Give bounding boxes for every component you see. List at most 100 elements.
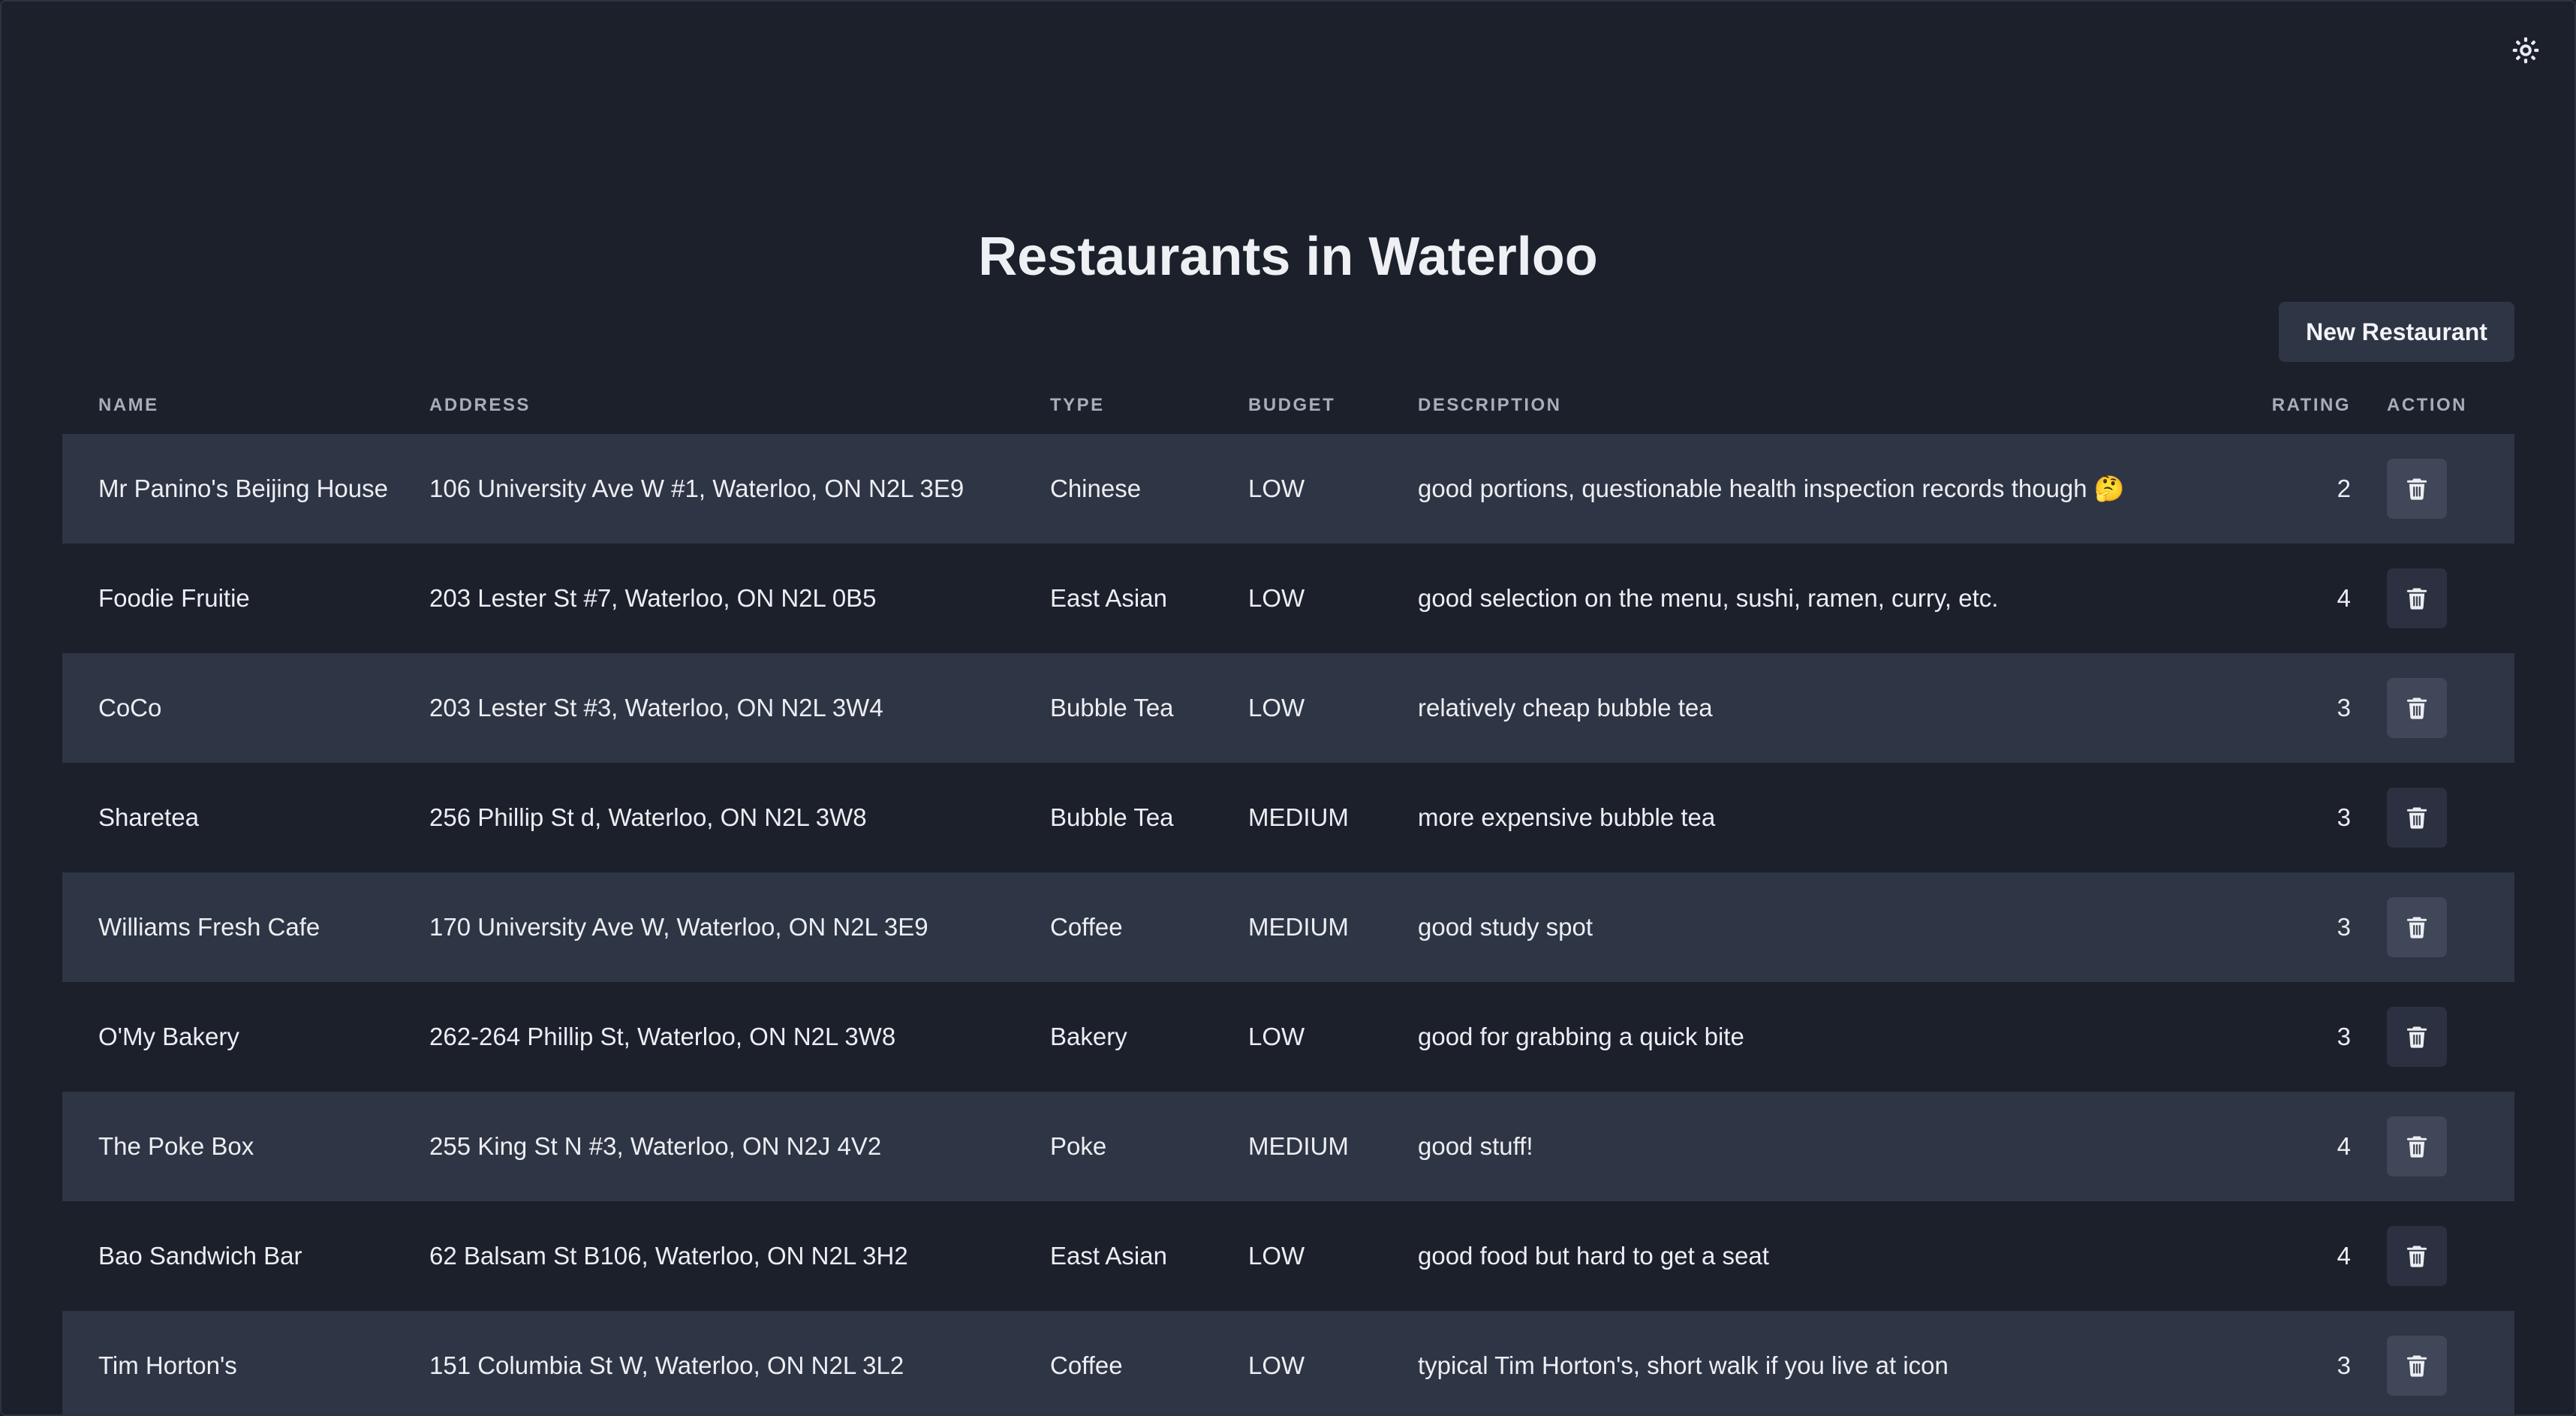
trash-icon — [2406, 1355, 2427, 1377]
table-row: Sharetea 256 Phillip St d, Waterloo, ON N… — [62, 763, 2514, 872]
cell-action — [2379, 544, 2514, 653]
cell-name: CoCo — [98, 694, 162, 722]
cell-description: good study spot — [1418, 913, 1593, 941]
cell-rating: 2 — [2337, 475, 2351, 502]
cell-type: East Asian — [1050, 1242, 1167, 1270]
table-header: NAME ADDRESS TYPE BUDGET DESCRIPTION RAT… — [62, 377, 2514, 434]
table-row: Tim Horton's 151 Columbia St W, Waterloo,… — [62, 1311, 2514, 1414]
delete-button[interactable] — [2387, 1116, 2447, 1176]
cell-rating: 3 — [2337, 1023, 2351, 1050]
delete-button[interactable] — [2387, 1226, 2447, 1286]
cell-address: 170 University Ave W, Waterloo, ON N2L 3… — [429, 913, 928, 941]
cell-rating: 3 — [2337, 913, 2351, 941]
cell-rating: 3 — [2337, 694, 2351, 722]
cell-address: 151 Columbia St W, Waterloo, ON N2L 3L2 — [429, 1351, 904, 1379]
theme-toggle-button[interactable] — [2510, 35, 2541, 66]
cell-type: Chinese — [1050, 475, 1142, 502]
cell-budget: MEDIUM — [1248, 913, 1349, 941]
cell-name: Foodie Fruitie — [98, 584, 250, 612]
cell-description: good food but hard to get a seat — [1418, 1242, 1769, 1270]
sun-icon — [2512, 37, 2539, 64]
delete-button[interactable] — [2387, 678, 2447, 738]
cell-action — [2379, 982, 2514, 1092]
column-header-rating: RATING — [2271, 395, 2351, 415]
trash-icon — [2406, 1136, 2427, 1158]
cell-name: Bao Sandwich Bar — [98, 1242, 302, 1270]
trash-icon — [2406, 478, 2427, 500]
cell-description: good for grabbing a quick bite — [1418, 1023, 1744, 1050]
table-row: Williams Fresh Cafe 170 University Ave W,… — [62, 872, 2514, 982]
cell-description: typical Tim Horton's, short walk if you … — [1418, 1351, 1949, 1379]
cell-type: Poke — [1050, 1132, 1107, 1160]
delete-button[interactable] — [2387, 568, 2447, 628]
cell-type: Bubble Tea — [1050, 803, 1174, 831]
cell-name: Tim Horton's — [98, 1351, 237, 1379]
cell-description: good selection on the menu, sushi, ramen… — [1418, 584, 1999, 612]
column-header-address: ADDRESS — [429, 395, 531, 415]
cell-budget: LOW — [1248, 475, 1305, 502]
cell-name: Sharetea — [98, 803, 199, 831]
column-header-action: ACTION — [2387, 395, 2467, 415]
cell-budget: MEDIUM — [1248, 1132, 1349, 1160]
cell-address: 256 Phillip St d, Waterloo, ON N2L 3W8 — [429, 803, 867, 831]
cell-action — [2379, 872, 2514, 982]
table-row: Foodie Fruitie 203 Lester St #7, Waterloo… — [62, 544, 2514, 653]
cell-type: Coffee — [1050, 1351, 1123, 1379]
cell-type: East Asian — [1050, 584, 1167, 612]
cell-address: 62 Balsam St B106, Waterloo, ON N2L 3H2 — [429, 1242, 908, 1270]
column-header-type: TYPE — [1050, 395, 1105, 415]
cell-type: Bubble Tea — [1050, 694, 1174, 722]
cell-description: more expensive bubble tea — [1418, 803, 1716, 831]
cell-action — [2379, 653, 2514, 763]
column-header-name: NAME — [98, 395, 159, 415]
table-row: CoCo 203 Lester St #3, Waterloo, ON N2L 3… — [62, 653, 2514, 763]
cell-description: relatively cheap bubble tea — [1418, 694, 1713, 722]
cell-budget: LOW — [1248, 1242, 1305, 1270]
cell-type: Coffee — [1050, 913, 1123, 941]
cell-action — [2379, 1092, 2514, 1201]
page-title: Restaurants in Waterloo — [978, 227, 1598, 287]
column-header-description: DESCRIPTION — [1418, 395, 1562, 415]
delete-button[interactable] — [2387, 459, 2447, 519]
trash-icon — [2406, 807, 2427, 829]
cell-description: good portions, questionable health inspe… — [1418, 474, 2125, 502]
cell-action — [2379, 763, 2514, 872]
delete-button[interactable] — [2387, 1007, 2447, 1067]
delete-button[interactable] — [2387, 897, 2447, 957]
new-restaurant-button[interactable]: New Restaurant — [2279, 302, 2514, 362]
cell-rating: 4 — [2337, 1132, 2351, 1160]
trash-icon — [2406, 1246, 2427, 1267]
cell-rating: 3 — [2337, 1351, 2351, 1379]
cell-type: Bakery — [1050, 1023, 1127, 1050]
cell-address: 255 King St N #3, Waterloo, ON N2J 4V2 — [429, 1132, 882, 1160]
cell-description: good stuff! — [1418, 1132, 1533, 1160]
restaurants-table: NAME ADDRESS TYPE BUDGET DESCRIPTION RAT… — [62, 377, 2514, 1414]
cell-budget: LOW — [1248, 1023, 1305, 1050]
cell-address: 203 Lester St #7, Waterloo, ON N2L 0B5 — [429, 584, 877, 612]
trash-icon — [2406, 697, 2427, 719]
cell-rating: 4 — [2337, 1242, 2351, 1270]
cell-address: 106 University Ave W #1, Waterloo, ON N2… — [429, 475, 964, 502]
cell-budget: LOW — [1248, 694, 1305, 722]
table-row: Bao Sandwich Bar 62 Balsam St B106, Water… — [62, 1201, 2514, 1311]
app-window: Restaurants in Waterloo New Restaurant N… — [0, 0, 2576, 1416]
cell-rating: 4 — [2337, 584, 2351, 612]
cell-action — [2379, 1311, 2514, 1414]
cell-action — [2379, 434, 2514, 544]
table-body: Mr Panino's Beijing House 106 University … — [62, 434, 2514, 1414]
trash-icon — [2406, 1026, 2427, 1048]
cell-budget: MEDIUM — [1248, 803, 1349, 831]
column-header-budget: BUDGET — [1248, 395, 1336, 415]
table-row: The Poke Box 255 King St N #3, Waterloo, … — [62, 1092, 2514, 1201]
trash-icon — [2406, 588, 2427, 610]
delete-button[interactable] — [2387, 788, 2447, 848]
delete-button[interactable] — [2387, 1336, 2447, 1396]
cell-address: 203 Lester St #3, Waterloo, ON N2L 3W4 — [429, 694, 883, 722]
cell-name: O'My Bakery — [98, 1023, 239, 1050]
trash-icon — [2406, 917, 2427, 938]
cell-budget: LOW — [1248, 584, 1305, 612]
table-row: Mr Panino's Beijing House 106 University … — [62, 434, 2514, 544]
cell-name: Williams Fresh Cafe — [98, 913, 320, 941]
cell-budget: LOW — [1248, 1351, 1305, 1379]
cell-rating: 3 — [2337, 803, 2351, 831]
